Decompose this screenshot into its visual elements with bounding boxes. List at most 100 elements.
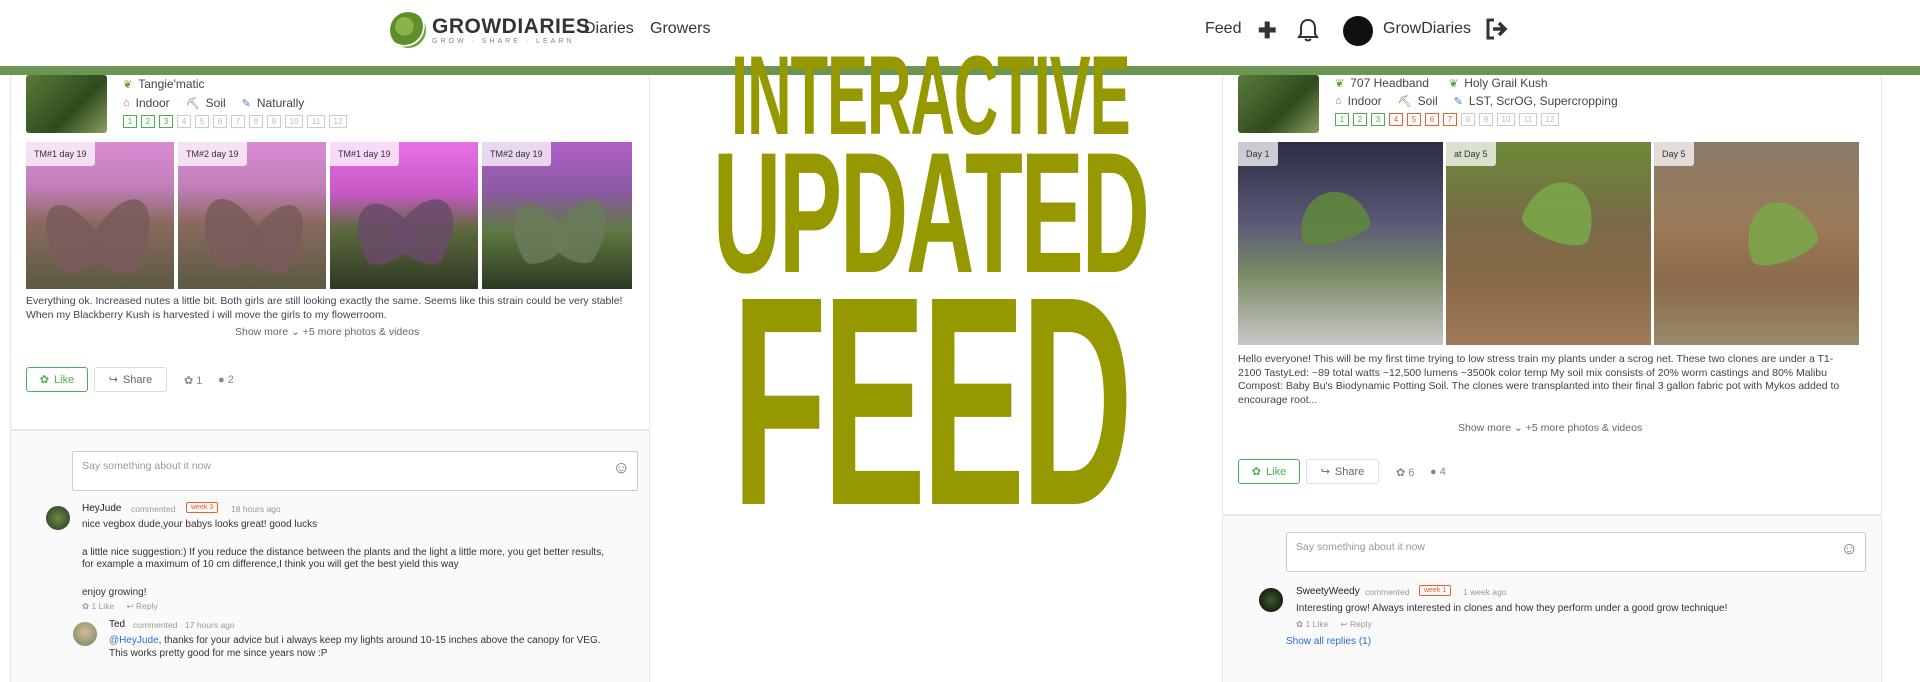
diary-update-card: ❦ 707 Headband ❦ Holy Grail Kush ⌂ Indoo…	[1222, 75, 1882, 515]
week-7[interactable]: 7	[1443, 113, 1457, 126]
mention-link[interactable]: @HeyJude	[109, 635, 159, 646]
emoji-icon[interactable]: ☺	[613, 458, 630, 478]
photo-2[interactable]: TM#2 day 19	[178, 142, 326, 289]
share-button[interactable]: ↪ Share	[94, 367, 167, 392]
growdiaries-logo[interactable]: GROWDIARIES GROW · SHARE · LEARN	[390, 12, 590, 48]
week-5[interactable]: 5	[1407, 113, 1421, 126]
photo-3[interactable]: TM#1 day 19	[330, 142, 478, 289]
comment-icon: ●	[218, 374, 225, 386]
avatar[interactable]	[46, 506, 70, 530]
week-12: 12	[329, 115, 347, 128]
week-8: 8	[249, 115, 263, 128]
reply-author[interactable]: Ted	[109, 619, 125, 630]
diary-thumbnail[interactable]	[26, 75, 107, 133]
indoor-icon: ⌂	[1335, 95, 1342, 107]
week-6[interactable]: 6	[1425, 113, 1439, 126]
week-1[interactable]: 1	[1335, 113, 1349, 126]
photo-1[interactable]: TM#1 day 19	[26, 142, 174, 289]
photo-2[interactable]: at Day 5	[1446, 142, 1651, 345]
comment-like-count[interactable]: 1 Like	[91, 601, 114, 611]
strain-name[interactable]: Holy Grail Kush	[1464, 76, 1547, 90]
reply-time: 17 hours ago	[185, 620, 235, 630]
avatar[interactable]	[73, 622, 97, 646]
add-icon[interactable]: ✚	[1258, 18, 1276, 44]
photo-1[interactable]: Day 1	[1238, 142, 1443, 345]
week-6: 6	[213, 115, 227, 128]
medium: Soil	[1417, 94, 1438, 108]
share-label: Share	[122, 373, 153, 386]
comment-count[interactable]: ● 4	[1430, 466, 1446, 478]
strain-name[interactable]: 707 Headband	[1350, 76, 1429, 90]
more-media-link[interactable]: +5 more photos & videos	[1526, 422, 1642, 434]
comment-input[interactable]: Say something about it now ☺	[72, 451, 638, 491]
comment-actions: ✿ 1 Like ↩ Reply	[82, 601, 158, 612]
comment-author[interactable]: HeyJude	[82, 503, 121, 514]
nav-feed[interactable]: Feed	[1205, 20, 1241, 38]
like-button[interactable]: ✿ Like	[26, 367, 88, 392]
photo-caption: TM#1 day 19	[26, 142, 95, 166]
post-text-line: Everything ok. Increased nutes a little …	[26, 295, 623, 307]
week-5: 5	[195, 115, 209, 128]
logo-name: GROWDIARIES	[432, 15, 591, 38]
like-button[interactable]: ✿ Like	[1238, 459, 1300, 484]
week-badge[interactable]: week 1	[1419, 585, 1452, 596]
week-3[interactable]: 3	[1371, 113, 1385, 126]
week-7: 7	[231, 115, 245, 128]
leaf-icon: ✿	[1396, 467, 1406, 479]
comment-line: a little nice suggestion:) If you reduce…	[82, 546, 604, 558]
comment-icon: ●	[1430, 466, 1437, 478]
week-selector: 1 2 3 4 5 6 7 8 9 10 11 12	[123, 115, 347, 128]
week-1[interactable]: 1	[123, 115, 137, 128]
photo-caption: TM#2 day 19	[482, 142, 551, 166]
logo-icon	[390, 12, 426, 48]
post-text: Hello everyone! This will be my first ti…	[1238, 353, 1868, 407]
photo-4[interactable]: TM#2 day 19	[482, 142, 632, 289]
show-more-link[interactable]: Show more	[1458, 422, 1511, 434]
reply-link[interactable]: Reply	[1350, 619, 1372, 629]
photo-3[interactable]: Day 5	[1654, 142, 1859, 345]
avatar[interactable]	[1259, 588, 1283, 612]
nav-growers[interactable]: Growers	[650, 20, 710, 38]
week-3[interactable]: 3	[159, 115, 173, 128]
comments-section: Say something about it now ☺ HeyJude com…	[10, 430, 650, 682]
like-label: Like	[1266, 465, 1287, 478]
promo-headline: INTERACTIVE UPDATED FEED	[690, 39, 1170, 569]
reply-line: This works pretty good for me since year…	[109, 647, 328, 659]
like-count-value: 6	[1408, 467, 1415, 479]
emoji-icon[interactable]: ☺	[1841, 539, 1858, 559]
nav-diaries[interactable]: Diaries	[584, 20, 634, 38]
headline-line-3: FEED	[731, 235, 1133, 569]
show-more-row: Show more ⌄ +5 more photos & videos	[235, 326, 419, 338]
comment-body: Interesting grow! Always interested in c…	[1296, 603, 1876, 616]
cannabis-leaf-icon: ✿	[1251, 466, 1262, 478]
bell-icon[interactable]	[1297, 18, 1319, 48]
show-more-link[interactable]: Show more	[235, 326, 288, 338]
week-badge[interactable]: week 3	[186, 502, 219, 513]
setup-row: ⌂ Indoor ⛏ Soil ✎ Naturally	[123, 96, 304, 110]
share-button[interactable]: ↪ Share	[1306, 459, 1379, 484]
comment-input[interactable]: Say something about it now ☺	[1286, 532, 1866, 572]
indoor-icon: ⌂	[123, 97, 130, 109]
comment-author[interactable]: SweetyWeedy	[1296, 586, 1360, 597]
cannabis-leaf-icon: ✿	[39, 374, 50, 386]
user-avatar[interactable]	[1343, 16, 1373, 46]
week-2[interactable]: 2	[1353, 113, 1367, 126]
diary-thumbnail[interactable]	[1238, 75, 1319, 133]
technique-icon: ✎	[1453, 95, 1463, 108]
room-type: Indoor	[1347, 94, 1382, 108]
strain-name[interactable]: Tangie'matic	[138, 77, 204, 91]
logout-icon[interactable]	[1485, 18, 1509, 46]
week-2[interactable]: 2	[141, 115, 155, 128]
comment-like-count[interactable]: 1 Like	[1305, 619, 1328, 629]
reply-link[interactable]: Reply	[136, 601, 158, 611]
more-media-link[interactable]: +5 more photos & videos	[303, 326, 419, 338]
show-more-row: Show more ⌄ +5 more photos & videos	[1458, 422, 1642, 434]
left-feed-panel: ❦ Tangie'matic ⌂ Indoor ⛏ Soil ✎ Natural…	[0, 75, 680, 682]
comment-actions: ✿ 1 Like ↩ Reply	[1296, 619, 1372, 630]
comment-count-value: 2	[227, 374, 234, 386]
week-4[interactable]: 4	[1389, 113, 1403, 126]
comment-count[interactable]: ● 2	[218, 374, 234, 386]
user-name-link[interactable]: GrowDiaries	[1383, 20, 1471, 38]
week-11: 11	[307, 115, 325, 128]
show-all-replies-link[interactable]: Show all replies (1)	[1286, 636, 1371, 649]
